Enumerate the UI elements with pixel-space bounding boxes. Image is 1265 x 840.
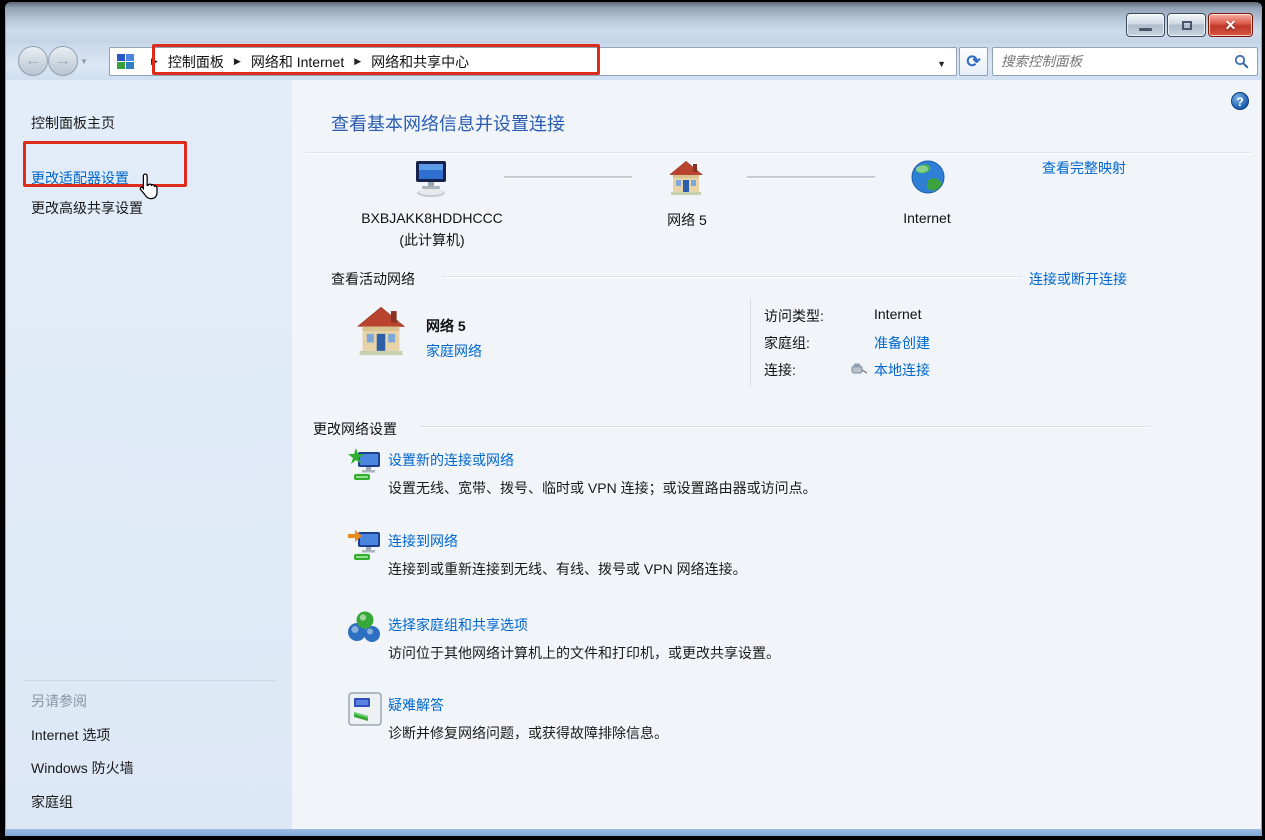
close-button[interactable]: ✕ xyxy=(1208,13,1253,37)
local-connection-link[interactable]: 本地连接 xyxy=(874,360,930,380)
forward-icon: → xyxy=(55,52,71,70)
maximize-icon xyxy=(1182,21,1192,30)
address-dropdown-icon[interactable]: ▼ xyxy=(937,59,946,69)
recent-pages-dropdown[interactable]: ▼ xyxy=(80,57,88,66)
troubleshoot-link[interactable]: 疑难解答 xyxy=(388,695,444,715)
minimize-icon xyxy=(1139,28,1152,31)
map-internet-label: Internet xyxy=(862,210,992,226)
minimize-button[interactable] xyxy=(1126,13,1165,37)
homegroup-ready-link[interactable]: 准备创建 xyxy=(874,333,930,353)
window-controls: ✕ xyxy=(1124,13,1253,37)
access-type-value: Internet xyxy=(874,306,921,322)
homegroup-options-desc: 访问位于其他网络计算机上的文件和打印机，或更改共享设置。 xyxy=(388,643,780,663)
setup-new-connection-link[interactable]: 设置新的连接或网络 xyxy=(388,450,514,470)
search-box xyxy=(992,47,1258,76)
sidebar-item-change-advanced-sharing[interactable]: 更改高级共享设置 xyxy=(31,198,143,218)
back-button[interactable]: ← xyxy=(18,46,48,76)
chevron-down-icon: ▼ xyxy=(80,57,88,66)
active-network-house-icon[interactable] xyxy=(354,305,408,357)
sidebar-item-internet-options[interactable]: Internet 选项 xyxy=(31,725,110,745)
view-full-map-link[interactable]: 查看完整映射 xyxy=(1042,158,1126,178)
network-type-link[interactable]: 家庭网络 xyxy=(426,341,482,361)
control-panel-icon xyxy=(117,54,135,70)
help-button[interactable]: ? xyxy=(1231,92,1249,110)
main-panel: ? 查看基本网络信息并设置连接 BXBJAKK8 xyxy=(292,80,1262,829)
back-icon: ← xyxy=(25,52,41,70)
map-network-label: 网络 5 xyxy=(622,210,752,230)
new-connection-icon[interactable] xyxy=(348,448,382,484)
internet-globe-icon[interactable] xyxy=(910,159,946,195)
access-type-label: 访问类型: xyxy=(764,306,824,326)
see-also-header: 另请参阅 xyxy=(31,691,87,711)
homegroup-label: 家庭组: xyxy=(764,333,810,353)
computer-icon[interactable] xyxy=(410,160,452,198)
connect-to-network-link[interactable]: 连接到网络 xyxy=(388,531,458,551)
connect-to-network-icon[interactable] xyxy=(348,528,382,564)
change-settings-header: 更改网络设置 xyxy=(313,419,397,439)
homegroup-sharing-icon[interactable] xyxy=(346,610,382,644)
close-icon: ✕ xyxy=(1225,17,1237,34)
sidebar-item-homegroup[interactable]: 家庭组 xyxy=(31,792,73,812)
connect-to-network-desc: 连接到或重新连接到无线、有线、拨号或 VPN 网络连接。 xyxy=(388,559,747,579)
map-connection-line xyxy=(504,176,632,179)
connect-disconnect-link[interactable]: 连接或断开连接 xyxy=(1029,269,1127,289)
annotation-box-breadcrumb xyxy=(152,44,600,75)
search-icon xyxy=(1234,54,1249,69)
search-input[interactable] xyxy=(1001,51,1221,72)
troubleshoot-desc: 诊断并修复网络问题，或获得故障排除信息。 xyxy=(388,723,668,743)
computer-name-label: BXBJAKK8HDDHCCC xyxy=(332,210,532,226)
homegroup-options-link[interactable]: 选择家庭组和共享选项 xyxy=(388,615,528,635)
sidebar-item-control-panel-home[interactable]: 控制面板主页 xyxy=(31,113,115,133)
computer-note-label: (此计算机) xyxy=(332,230,532,250)
setup-new-connection-desc: 设置无线、宽带、拨号、临时或 VPN 连接；或设置路由器或访问点。 xyxy=(388,478,817,498)
title-bar: ✕ xyxy=(6,2,1261,43)
divider xyxy=(24,680,276,681)
annotation-box-adapter-settings xyxy=(23,141,187,187)
active-networks-header: 查看活动网络 xyxy=(331,269,415,289)
network-house-icon[interactable] xyxy=(667,160,705,196)
page-title: 查看基本网络信息并设置连接 xyxy=(331,110,565,136)
refresh-button[interactable]: ⟳ xyxy=(959,47,988,76)
troubleshoot-icon[interactable] xyxy=(348,692,382,726)
screenshot-stage: ✕ ← → ▼ ▶ 控制面板 ▶ 网络和 Inte xyxy=(0,0,1265,840)
forward-button[interactable]: → xyxy=(48,46,78,76)
ethernet-cable-icon xyxy=(848,362,868,376)
connection-label: 连接: xyxy=(764,360,796,380)
refresh-icon: ⟳ xyxy=(966,52,980,71)
divider xyxy=(306,152,1251,154)
explorer-window: ✕ ← → ▼ ▶ 控制面板 ▶ 网络和 Inte xyxy=(5,2,1262,836)
help-icon: ? xyxy=(1236,95,1243,109)
maximize-button[interactable] xyxy=(1167,13,1206,37)
map-connection-line xyxy=(747,176,875,179)
divider xyxy=(420,426,1150,428)
window-bottom-border xyxy=(6,829,1261,836)
mouse-cursor-hand-icon xyxy=(136,172,162,202)
active-network-name: 网络 5 xyxy=(426,316,466,336)
divider xyxy=(750,298,751,386)
content-area: 控制面板主页 更改适配器设置 更改高级共享设置 另请参阅 Internet 选项… xyxy=(6,80,1261,829)
divider xyxy=(442,276,1022,278)
sidebar-item-windows-firewall[interactable]: Windows 防火墙 xyxy=(31,758,134,778)
